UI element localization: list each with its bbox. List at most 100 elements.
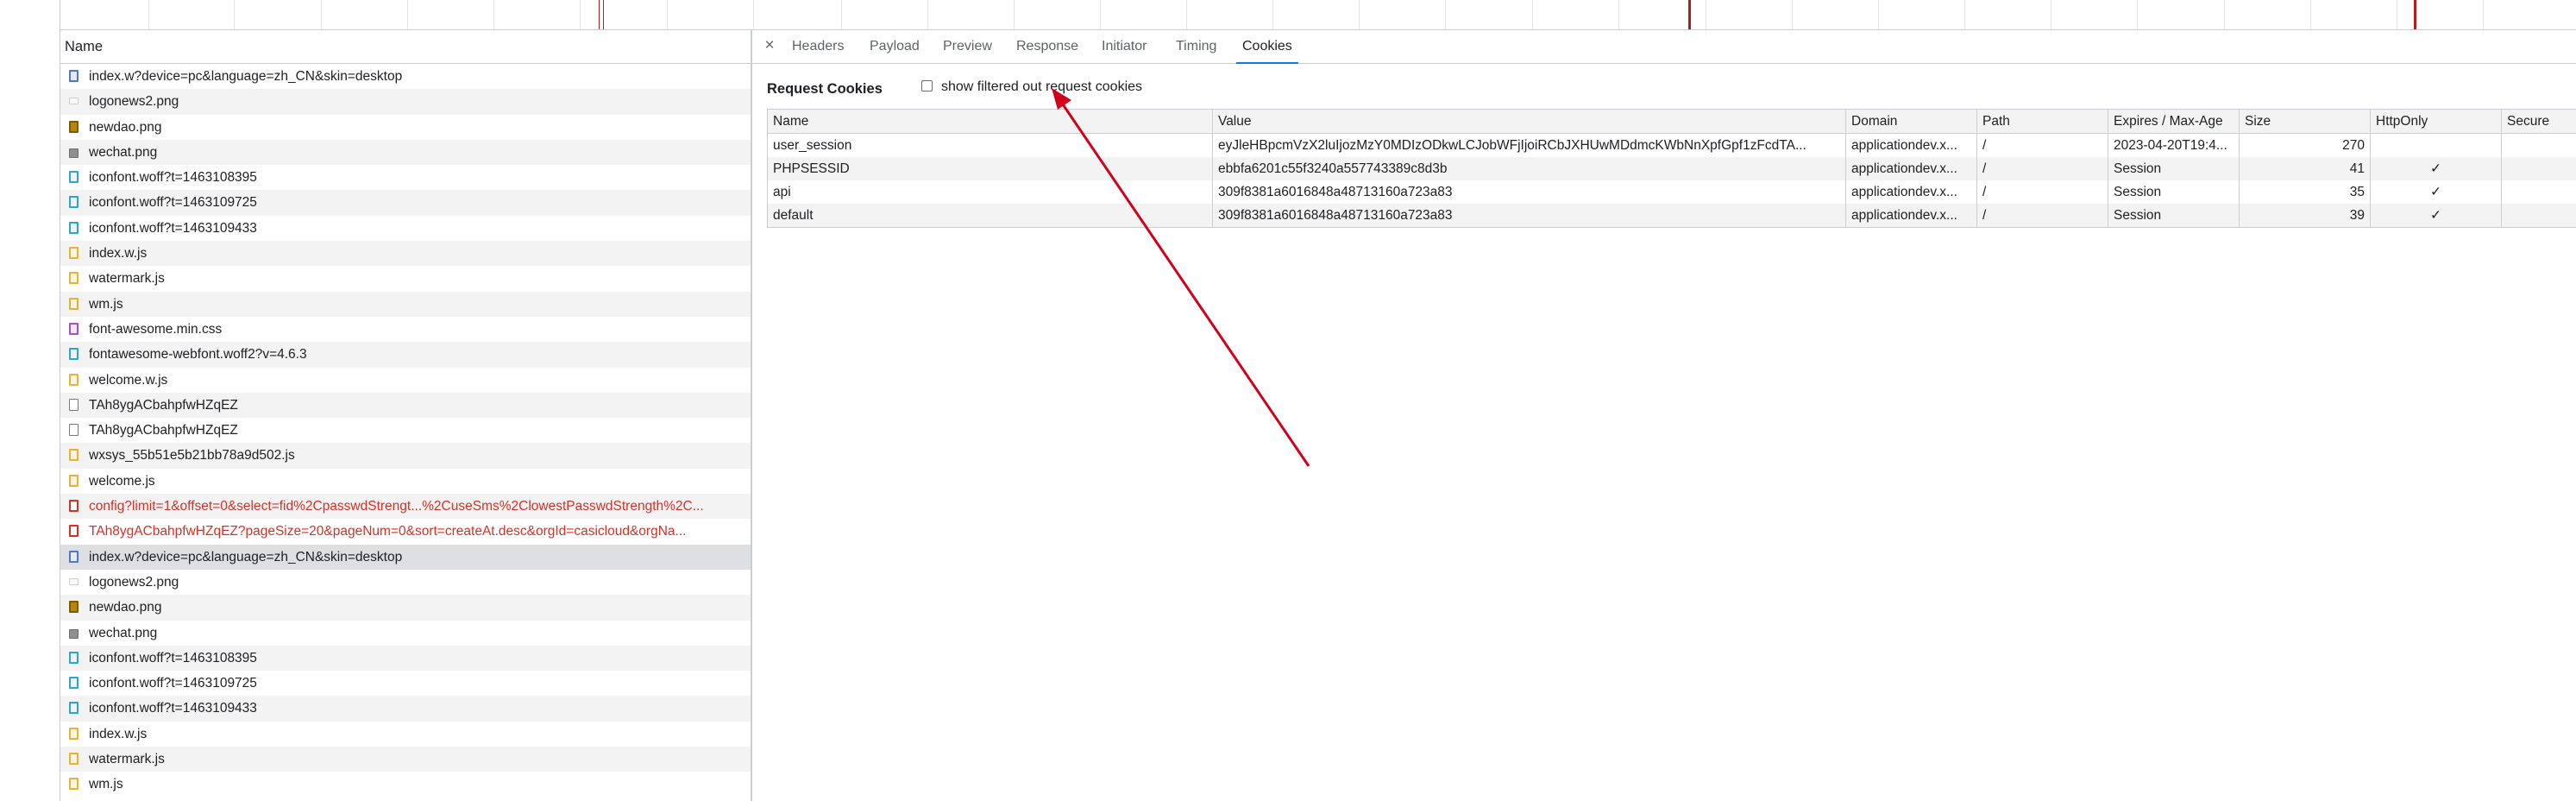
column-header-secure[interactable]: Secure — [2501, 109, 2576, 134]
request-name: iconfont.woff?t=1463109725 — [89, 195, 257, 211]
show-filtered-cookies-checkbox[interactable] — [921, 80, 933, 91]
request-row[interactable]: TAh8ygACbahpfwHZqEZ — [60, 418, 751, 443]
request-name: index.w?device=pc&language=zh_CN&skin=de… — [89, 69, 403, 84]
show-filtered-cookies-label: show filtered out request cookies — [941, 79, 1143, 94]
column-header-size[interactable]: Size — [2239, 109, 2371, 134]
request-name: logonews2.png — [89, 94, 179, 110]
request-row[interactable]: TAh8ygACbahpfwHZqEZ — [60, 392, 751, 419]
request-name: TAh8ygACbahpfwHZqEZ?pageSize=20&pageNum=… — [89, 524, 687, 539]
request-row[interactable]: wechat.png — [60, 139, 751, 166]
cookie-httponly-cell: ✓ — [2370, 157, 2502, 180]
cookie-path-cell: / — [1976, 204, 2108, 228]
request-name: index.w.js — [89, 726, 148, 741]
tab-preview[interactable]: Preview — [943, 30, 992, 63]
request-row[interactable]: watermark.js — [60, 266, 751, 291]
request-row[interactable]: iconfont.woff?t=1463109725 — [60, 671, 751, 696]
timeline-gridline — [1792, 0, 1793, 29]
timeline-gridline — [841, 0, 842, 29]
png-icon — [69, 577, 79, 585]
script-icon — [69, 373, 79, 386]
request-name: wm.js — [89, 296, 123, 312]
cookie-row[interactable]: PHPSESSID ebbfa6201c55f3240a557743389c8d3… — [767, 157, 2576, 180]
timeline-gridline — [927, 0, 928, 29]
timeline-event-marker — [599, 0, 600, 29]
tab-response[interactable]: Response — [1016, 30, 1078, 63]
request-row[interactable]: iconfont.woff?t=1463109433 — [60, 216, 751, 241]
request-row[interactable]: wm.js — [60, 772, 751, 797]
cookie-path-cell: / — [1976, 180, 2108, 204]
font-icon — [69, 348, 79, 361]
request-row[interactable]: wxsys_55b51e5b21bb78a9d502.js — [60, 443, 751, 469]
cookie-path-cell: / — [1976, 133, 2108, 157]
close-icon[interactable]: × — [761, 30, 778, 63]
request-row[interactable]: iconfont.woff?t=1463108395 — [60, 165, 751, 190]
request-row[interactable]: font-awesome.min.css — [60, 317, 751, 342]
request-row[interactable]: newdao.png — [60, 115, 751, 140]
timeline-gridline — [1359, 0, 1360, 29]
left-gutter — [0, 0, 60, 801]
script-icon — [69, 474, 79, 487]
timeline-gridline — [2137, 0, 2138, 29]
column-header-expires[interactable]: Expires / Max-Age — [2108, 109, 2240, 134]
request-name: wm.js — [89, 777, 123, 792]
request-name: iconfont.woff?t=1463109433 — [89, 220, 257, 236]
request-name: iconfont.woff?t=1463108395 — [89, 170, 257, 186]
request-row[interactable]: watermark.js — [60, 747, 751, 773]
cookie-path-cell: / — [1976, 157, 2108, 180]
request-name: wxsys_55b51e5b21bb78a9d502.js — [89, 448, 295, 464]
tab-payload[interactable]: Payload — [870, 30, 920, 63]
png-icon — [69, 98, 79, 105]
column-header-name[interactable]: Name — [767, 109, 1213, 134]
name-column-header[interactable]: Name — [60, 30, 751, 64]
request-row[interactable]: TAh8ygACbahpfwHZqEZ?pageSize=20&pageNum=… — [60, 519, 751, 544]
tab-headers[interactable]: Headers — [792, 30, 844, 63]
timeline-event-marker — [1688, 0, 1691, 29]
request-name: iconfont.woff?t=1463108395 — [89, 650, 257, 665]
request-row[interactable]: iconfont.woff?t=1463109725 — [60, 190, 751, 216]
request-row[interactable]: config?limit=1&offset=0&select=fid%2Cpas… — [60, 494, 751, 520]
request-row[interactable]: index.w.js — [60, 722, 751, 747]
request-row[interactable]: welcome.w.js — [60, 368, 751, 393]
font-icon — [69, 196, 79, 209]
cookie-row[interactable]: api 309f8381a6016848a48713160a723a83 appli… — [767, 180, 2576, 204]
cookie-expires-cell: Session — [2108, 180, 2240, 204]
tab-timing[interactable]: Timing — [1176, 30, 1216, 63]
cookie-value-cell: 309f8381a6016848a48713160a723a83 — [1212, 204, 1846, 228]
request-row[interactable]: iconfont.woff?t=1463109433 — [60, 696, 751, 722]
cookie-expires-cell: Session — [2108, 204, 2240, 228]
image-icon — [69, 148, 79, 158]
tab-cookies[interactable]: Cookies — [1236, 30, 1298, 64]
network-overview-timeline[interactable] — [0, 0, 2576, 30]
font-icon — [69, 221, 79, 234]
timeline-gridline — [2224, 0, 2225, 29]
column-header-domain[interactable]: Domain — [1845, 109, 1977, 134]
request-row[interactable]: index.w.js — [60, 241, 751, 267]
request-name: iconfont.woff?t=1463109433 — [89, 701, 257, 716]
request-row[interactable]: index.w?device=pc&language=zh_CN&skin=de… — [60, 64, 751, 89]
show-filtered-cookies-toggle[interactable]: show filtered out request cookies — [921, 79, 1142, 95]
timeline-gridline — [2483, 0, 2484, 29]
cookie-row[interactable]: user_session eyJleHBpcmVzX2luIjozMzY0MDIz… — [767, 133, 2576, 157]
request-row[interactable]: logonews2.png — [60, 89, 751, 115]
cookie-row[interactable]: default 309f8381a6016848a48713160a723a83 a… — [767, 204, 2576, 228]
request-row[interactable]: welcome.js — [60, 469, 751, 494]
request-row[interactable]: logonews2.png — [60, 570, 751, 595]
request-row[interactable]: wm.js — [60, 291, 751, 317]
column-header-httponly[interactable]: HttpOnly — [2370, 109, 2502, 134]
request-row[interactable]: wechat.png — [60, 621, 751, 646]
cookie-value-cell: ebbfa6201c55f3240a557743389c8d3b — [1212, 157, 1846, 180]
cookies-header-row: Name Value Domain Path Expires / Max-Age… — [767, 109, 2576, 134]
cookie-expires-cell: 2023-04-20T19:4... — [2108, 133, 2240, 157]
name-column-label: Name — [65, 39, 104, 54]
column-header-value[interactable]: Value — [1212, 109, 1846, 134]
column-header-path[interactable]: Path — [1976, 109, 2108, 134]
tab-initiator[interactable]: Initiator — [1102, 30, 1147, 63]
request-cookies-title: Request Cookies — [767, 81, 883, 97]
cookie-size-cell: 39 — [2239, 204, 2371, 228]
cookie-httponly-cell: ✓ — [2370, 180, 2502, 204]
cookie-size-cell: 270 — [2239, 133, 2371, 157]
request-row[interactable]: index.w?device=pc&language=zh_CN&skin=de… — [60, 544, 751, 570]
request-row[interactable]: fontawesome-webfont.woff2?v=4.6.3 — [60, 342, 751, 368]
request-row[interactable]: iconfont.woff?t=1463108395 — [60, 645, 751, 672]
request-row[interactable]: newdao.png — [60, 595, 751, 621]
